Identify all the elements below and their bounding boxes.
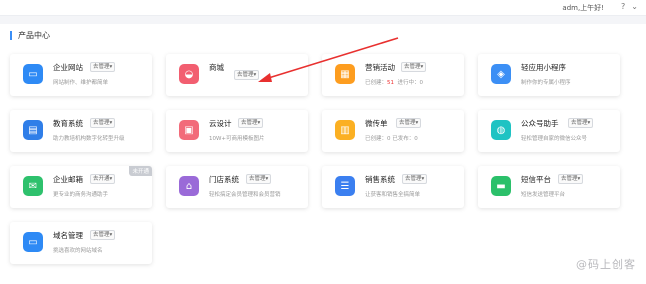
card-name: 微传单 — [365, 119, 388, 128]
card-desc: 网站制作、维护都简单 — [53, 80, 109, 86]
manage-button[interactable]: 去管理▾ — [234, 70, 260, 80]
wechat-icon: ◍ — [491, 120, 511, 140]
user-icon[interactable]: ⌄ — [631, 2, 638, 11]
card-sms[interactable]: ▬ 短信平台 去管理▾ 短信发送管理平台 — [478, 166, 620, 208]
manage-button[interactable]: 去管理▾ — [90, 62, 116, 72]
marketing-icon: ▦ — [335, 64, 355, 84]
card-desc: 让获客和销售全搞简单 — [365, 192, 421, 198]
product-center-panel: 产品中心 ▭ 企业网站 去管理▾ 网站制作、维护都简单 ◒ 商城 去管理▾ ▦ … — [0, 24, 646, 284]
sales-icon: ☰ — [335, 176, 355, 196]
domain-icon: ▭ — [23, 232, 43, 252]
card-store[interactable]: ⌂ 门店系统 去管理▾ 轻松搞定会员管理和会员营销 — [166, 166, 308, 208]
card-name: 短信平台 — [521, 175, 551, 184]
sms-icon: ▬ — [491, 176, 511, 196]
section-title: 产品中心 — [10, 31, 50, 40]
card-desc: 已创建：51 进行中：0 — [365, 80, 424, 86]
website-icon: ▭ — [23, 64, 43, 84]
manage-button[interactable]: 去管理▾ — [558, 174, 584, 184]
card-shop[interactable]: ◒ 商城 去管理▾ — [166, 54, 308, 96]
card-wechat[interactable]: ◍ 公众号助手 去管理▾ 轻松管理自家的微信公众号 — [478, 110, 620, 152]
greeting-text: adm,上午好! — [562, 4, 604, 12]
card-education[interactable]: ▤ 教育系统 去管理▾ 助力教培机构数字化转型升级 — [10, 110, 152, 152]
manage-button[interactable]: 去管理▾ — [90, 118, 116, 128]
card-desc: 10W+可商用模板图片 — [209, 136, 265, 142]
card-desc: 短信发送管理平台 — [521, 192, 566, 198]
card-marketing[interactable]: ▦ 营销活动 去管理▾ 已创建：51 进行中：0 — [322, 54, 464, 96]
card-design[interactable]: ▣ 云设计 去管理▾ 10W+可商用模板图片 — [166, 110, 308, 152]
miniapp-icon: ◈ — [491, 64, 511, 84]
help-icon[interactable]: ? — [621, 2, 625, 11]
manage-button[interactable]: 去管理▾ — [246, 174, 272, 184]
manage-button[interactable]: 去管理▾ — [90, 230, 116, 240]
flyer-icon: ▥ — [335, 120, 355, 140]
card-desc: 更专业的商务沟通助手 — [53, 192, 109, 198]
card-name: 教育系统 — [53, 119, 83, 128]
card-name: 门店系统 — [209, 175, 239, 184]
manage-button[interactable]: 去管理▾ — [396, 118, 422, 128]
card-name: 轻应用小程序 — [521, 63, 566, 72]
card-name: 公众号助手 — [521, 119, 559, 128]
manage-button[interactable]: 去管理▾ — [238, 118, 264, 128]
card-name: 商城 — [209, 63, 224, 72]
card-mail[interactable]: 未开通 ✉ 企业邮箱 去开通▾ 更专业的商务沟通助手 — [10, 166, 152, 208]
card-website[interactable]: ▭ 企业网站 去管理▾ 网站制作、维护都简单 — [10, 54, 152, 96]
card-flyer[interactable]: ▥ 微传单 去管理▾ 已创建：0 已发布：0 — [322, 110, 464, 152]
card-desc: 轻松管理自家的微信公众号 — [521, 136, 588, 142]
watermark: @码上创客 — [576, 258, 636, 271]
manage-button[interactable]: 去管理▾ — [402, 174, 428, 184]
shop-icon: ◒ — [179, 64, 199, 84]
card-name: 企业邮箱 — [53, 175, 83, 184]
card-name: 销售系统 — [365, 175, 395, 184]
manage-button[interactable]: 去管理▾ — [568, 118, 594, 128]
card-name: 营销活动 — [365, 63, 395, 72]
card-desc: 助力教培机构数字化转型升级 — [53, 136, 125, 142]
card-name: 域名管理 — [53, 231, 83, 240]
manage-button[interactable]: 去管理▾ — [401, 62, 427, 72]
card-name: 企业网站 — [53, 63, 83, 72]
activate-button[interactable]: 去开通▾ — [90, 174, 116, 184]
store-icon: ⌂ — [179, 176, 199, 196]
not-activated-badge: 未开通 — [129, 166, 152, 176]
card-domain[interactable]: ▭ 域名管理 去管理▾ 挑选喜欢的网站域名 — [10, 222, 152, 264]
top-bar: adm,上午好! ? ⌄ — [0, 0, 646, 16]
card-desc: 已创建：0 已发布：0 — [365, 136, 418, 142]
design-icon: ▣ — [179, 120, 199, 140]
card-desc: 轻松搞定会员管理和会员营销 — [209, 192, 281, 198]
card-desc: 挑选喜欢的网站域名 — [53, 248, 103, 254]
card-desc: 制作你的专属小程序 — [521, 80, 571, 86]
card-miniapp[interactable]: ◈ 轻应用小程序 制作你的专属小程序 — [478, 54, 620, 96]
education-icon: ▤ — [23, 120, 43, 140]
mail-icon: ✉ — [23, 176, 43, 196]
card-name: 云设计 — [209, 119, 232, 128]
card-sales[interactable]: ☰ 销售系统 去管理▾ 让获客和销售全搞简单 — [322, 166, 464, 208]
